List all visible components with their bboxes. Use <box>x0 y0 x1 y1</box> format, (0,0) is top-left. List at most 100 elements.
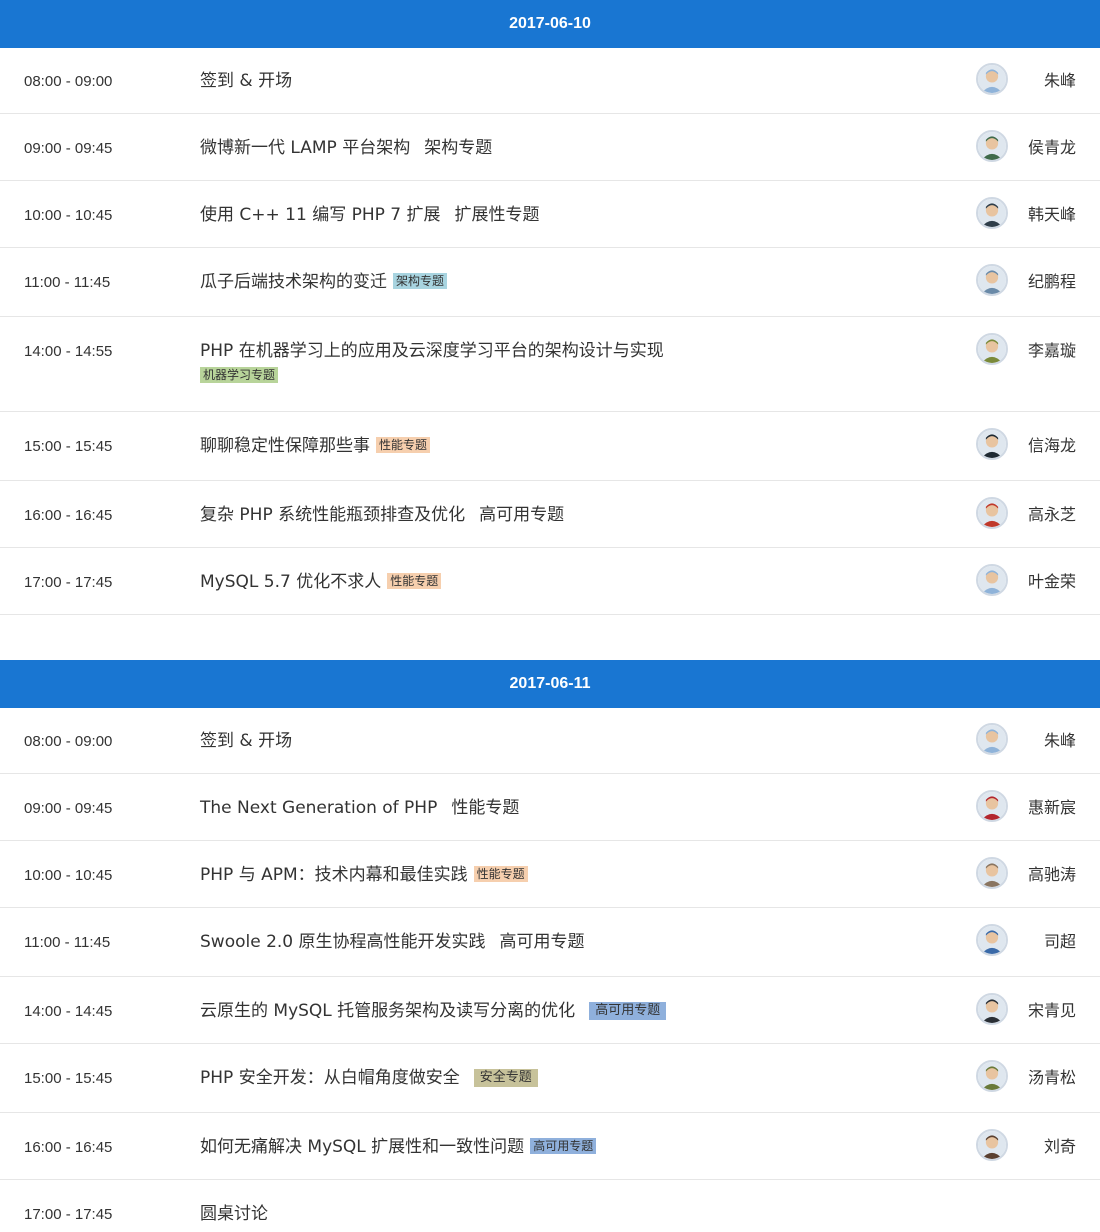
session-title[interactable]: PHP 与 APM：技术内幕和最佳实践 性能专题 <box>200 862 976 889</box>
speaker-name[interactable]: 纪鹏程 <box>1028 268 1076 292</box>
session-title[interactable]: 瓜子后端技术架构的变迁 架构专题 <box>200 269 976 296</box>
session-title[interactable]: 签到 & 开场 <box>200 728 976 755</box>
session-title-text[interactable]: 签到 & 开场 <box>200 71 292 91</box>
speaker[interactable]: 纪鹏程 <box>976 264 1100 296</box>
session-title[interactable]: 复杂 PHP 系统性能瓶颈排查及优化 高可用专题 <box>200 502 976 529</box>
session-title-text[interactable]: 云原生的 MySQL 托管服务架构及读写分离的优化 <box>200 1001 575 1021</box>
session-title[interactable]: The Next Generation of PHP 性能专题 <box>200 795 976 822</box>
session-time: 11:00 - 11:45 <box>24 274 111 291</box>
speaker[interactable]: 惠新宸 <box>976 790 1100 822</box>
speaker-name[interactable]: 司超 <box>1044 928 1076 952</box>
speaker[interactable]: 信海龙 <box>976 428 1100 460</box>
speaker-name[interactable]: 信海龙 <box>1028 432 1076 456</box>
session-time: 08:00 - 09:00 <box>24 733 113 750</box>
speaker-name[interactable]: 李嘉璇 <box>1028 337 1076 361</box>
session-title-text[interactable]: PHP 与 APM：技术内幕和最佳实践 <box>200 865 468 885</box>
speaker[interactable]: 叶金荣 <box>976 564 1100 596</box>
speaker-name[interactable]: 韩天峰 <box>1028 201 1076 225</box>
speaker[interactable]: 李嘉璇 <box>976 333 1100 365</box>
session-title-text[interactable]: 使用 C++ 11 编写 PHP 7 扩展 <box>200 205 441 225</box>
speaker-avatar[interactable] <box>976 130 1008 162</box>
speaker-avatar[interactable] <box>976 428 1008 460</box>
session-title-text[interactable]: The Next Generation of PHP <box>200 798 437 818</box>
session-row: 15:00 - 15:45 PHP 安全开发：从白帽角度做安全 安全专题 汤青松 <box>0 1044 1100 1113</box>
session-title-text[interactable]: 圆桌讨论 <box>200 1204 268 1224</box>
session-title[interactable]: PHP 在机器学习上的应用及云深度学习平台的架构设计与实现 机器学习专题 <box>200 338 976 383</box>
speaker-name[interactable]: 朱峰 <box>1044 727 1076 751</box>
speaker-name[interactable]: 高驰涛 <box>1028 861 1076 885</box>
topic-tag: 高可用专题 <box>479 505 565 525</box>
topic-tag: 性能专题 <box>451 798 520 818</box>
speaker[interactable]: 刘奇 <box>976 1129 1100 1161</box>
session-title-text[interactable]: 微博新一代 LAMP 平台架构 <box>200 138 410 158</box>
session-row: 10:00 - 10:45 使用 C++ 11 编写 PHP 7 扩展 扩展性专题 韩… <box>0 181 1100 248</box>
session-row: 08:00 - 09:00 签到 & 开场 朱峰 <box>0 708 1100 774</box>
speaker[interactable]: 高驰涛 <box>976 857 1100 889</box>
speaker-name[interactable]: 宋青见 <box>1028 997 1076 1021</box>
topic-tag: 扩展性专题 <box>454 205 540 225</box>
speaker[interactable]: 侯青龙 <box>976 130 1100 162</box>
speaker[interactable]: 朱峰 <box>976 723 1100 755</box>
session-row: 16:00 - 16:45 复杂 PHP 系统性能瓶颈排查及优化 高可用专题 高永芝 <box>0 481 1100 548</box>
session-row: 09:00 - 09:45 微博新一代 LAMP 平台架构 架构专题 侯青龙 <box>0 114 1100 181</box>
day-section: 2017-06-10 08:00 - 09:00 签到 & 开场 朱峰 09:00 - … <box>0 0 1100 615</box>
speaker-avatar[interactable] <box>976 924 1008 956</box>
speaker-avatar[interactable] <box>976 497 1008 529</box>
session-title[interactable]: 微博新一代 LAMP 平台架构 架构专题 <box>200 135 976 162</box>
session-title-text[interactable]: 如何无痛解决 MySQL 扩展性和一致性问题 <box>200 1137 524 1157</box>
session-title[interactable]: 聊聊稳定性保障那些事 性能专题 <box>200 433 976 460</box>
speaker-avatar[interactable] <box>976 857 1008 889</box>
session-title[interactable]: Swoole 2.0 原生协程高性能开发实践 高可用专题 <box>200 929 976 956</box>
session-title-text[interactable]: Swoole 2.0 原生协程高性能开发实践 <box>200 932 486 952</box>
speaker[interactable]: 朱峰 <box>976 63 1100 95</box>
session-title-text[interactable]: PHP 安全开发：从白帽角度做安全 <box>200 1068 460 1088</box>
session-title-text[interactable]: 聊聊稳定性保障那些事 <box>200 436 370 456</box>
session-row: 17:00 - 17:45 圆桌讨论 <box>0 1180 1100 1232</box>
session-title[interactable]: 使用 C++ 11 编写 PHP 7 扩展 扩展性专题 <box>200 202 976 229</box>
speaker-name[interactable]: 叶金荣 <box>1028 568 1076 592</box>
session-title-text[interactable]: 签到 & 开场 <box>200 731 292 751</box>
speaker[interactable]: 汤青松 <box>976 1060 1100 1092</box>
speaker-name[interactable]: 惠新宸 <box>1028 794 1076 818</box>
session-row: 11:00 - 11:45 瓜子后端技术架构的变迁 架构专题 纪鹏程 <box>0 248 1100 317</box>
session-title-text[interactable]: 瓜子后端技术架构的变迁 <box>200 272 387 292</box>
speaker-name[interactable]: 朱峰 <box>1044 67 1076 91</box>
speaker-avatar[interactable] <box>976 564 1008 596</box>
speaker-avatar[interactable] <box>976 333 1008 365</box>
session-time: 15:00 - 15:45 <box>24 1070 113 1087</box>
session-title-text[interactable]: PHP 在机器学习上的应用及云深度学习平台的架构设计与实现 <box>200 341 664 361</box>
speaker-avatar[interactable] <box>976 1060 1008 1092</box>
session-row: 08:00 - 09:00 签到 & 开场 朱峰 <box>0 48 1100 114</box>
session-time: 15:00 - 15:45 <box>24 438 113 455</box>
speaker-avatar[interactable] <box>976 723 1008 755</box>
session-time: 14:00 - 14:45 <box>24 1003 113 1020</box>
speaker-name[interactable]: 高永芝 <box>1028 501 1076 525</box>
topic-tag: 高可用专题 <box>589 1002 667 1020</box>
session-title[interactable]: 云原生的 MySQL 托管服务架构及读写分离的优化 高可用专题 <box>200 998 976 1025</box>
topic-tag: 性能专题 <box>387 573 442 589</box>
session-title[interactable]: 如何无痛解决 MySQL 扩展性和一致性问题 高可用专题 <box>200 1134 976 1161</box>
speaker-avatar[interactable] <box>976 993 1008 1025</box>
speaker-name[interactable]: 侯青龙 <box>1028 134 1076 158</box>
session-time: 16:00 - 16:45 <box>24 1139 113 1156</box>
speaker-avatar[interactable] <box>976 1129 1008 1161</box>
session-title-text[interactable]: 复杂 PHP 系统性能瓶颈排查及优化 <box>200 505 465 525</box>
speaker-avatar[interactable] <box>976 264 1008 296</box>
day-header: 2017-06-10 <box>0 0 1100 48</box>
session-title[interactable]: PHP 安全开发：从白帽角度做安全 安全专题 <box>200 1065 976 1092</box>
speaker[interactable]: 韩天峰 <box>976 197 1100 229</box>
speaker-name[interactable]: 刘奇 <box>1044 1133 1076 1157</box>
speaker[interactable]: 宋青见 <box>976 993 1100 1025</box>
speaker-avatar[interactable] <box>976 63 1008 95</box>
session-title[interactable]: 签到 & 开场 <box>200 68 976 95</box>
session-title[interactable]: 圆桌讨论 <box>200 1201 976 1228</box>
session-row: 16:00 - 16:45 如何无痛解决 MySQL 扩展性和一致性问题 高可用专题… <box>0 1113 1100 1180</box>
session-title-text[interactable]: MySQL 5.7 优化不求人 <box>200 572 381 592</box>
speaker-avatar[interactable] <box>976 197 1008 229</box>
session-row: 09:00 - 09:45 The Next Generation of PHP 性… <box>0 774 1100 841</box>
session-title[interactable]: MySQL 5.7 优化不求人 性能专题 <box>200 569 976 596</box>
speaker-avatar[interactable] <box>976 790 1008 822</box>
speaker-name[interactable]: 汤青松 <box>1028 1064 1076 1088</box>
speaker[interactable]: 司超 <box>976 924 1100 956</box>
speaker[interactable]: 高永芝 <box>976 497 1100 529</box>
